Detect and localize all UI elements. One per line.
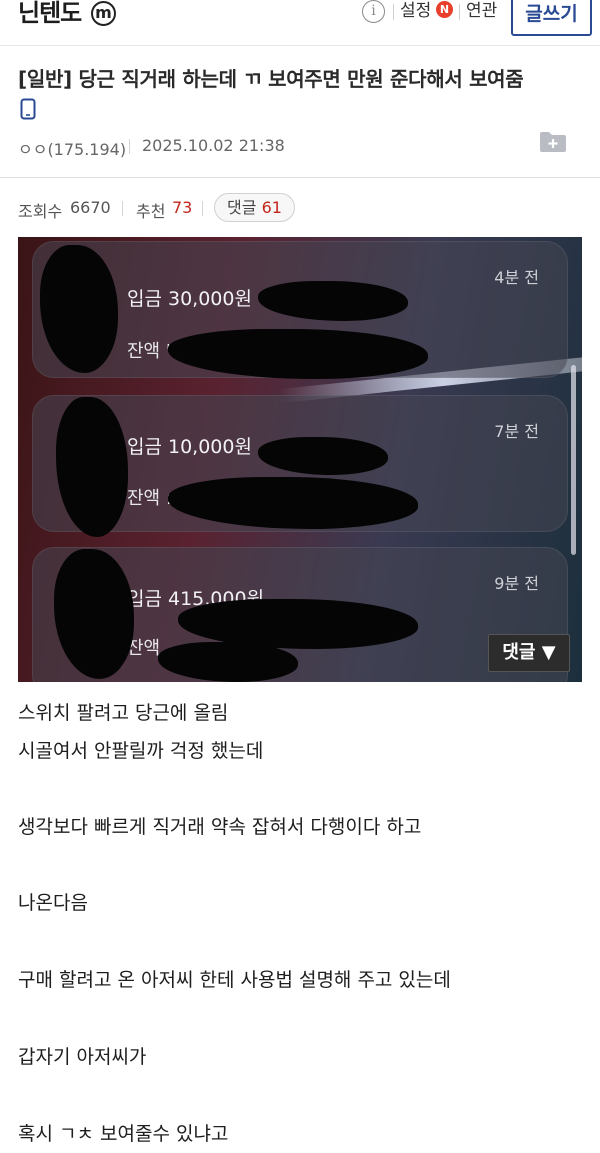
notification-balance: 잔액 ' [127, 341, 171, 362]
divider [393, 4, 394, 20]
recommend-count: 73 [172, 198, 193, 217]
info-circle-icon[interactable]: i [362, 0, 385, 23]
views-label: 조회수 [18, 202, 63, 221]
body-text-line: 생각보다 빠르게 직거래 약속 잡혀서 다행이다 하고 [18, 816, 422, 838]
notification-time: 4분 전 [494, 268, 539, 287]
post-image[interactable]: 4분 전 입금 30,000원 잔액 ' 7분 전 입금 10,000원 잔액 … [18, 237, 582, 682]
post-date: 2025.10.02 21:38 [142, 136, 285, 155]
top-bar: 닌텐도 m i 설정 N 연관 글쓰기 [0, 0, 600, 46]
image-comment-button[interactable]: 댓글 ▼ [488, 634, 570, 672]
image-scrollbar [571, 365, 576, 555]
recommend-label: 추천 [136, 202, 166, 221]
divider [202, 201, 203, 216]
comment-label: 댓글 [227, 198, 257, 217]
divider [122, 201, 123, 216]
notification-time: 9분 전 [494, 574, 539, 593]
views-count: 6670 [70, 198, 111, 217]
header-divider [0, 177, 600, 178]
body-text-line: 혹시 ㄱㅊ 보여줄수 있냐고 [18, 1123, 229, 1145]
write-post-button[interactable]: 글쓰기 [511, 0, 592, 36]
notification-deposit: 입금 10,000원 [127, 436, 252, 458]
comment-count-button[interactable]: 댓글 61 [214, 193, 295, 222]
new-badge: N [436, 1, 453, 18]
related-galleries-button[interactable]: 연관 [466, 0, 497, 22]
body-text-line: 나온다음 [18, 892, 88, 914]
body-text-line: 스위치 팔려고 당근에 올림 [18, 702, 229, 724]
notification-deposit: 입금 30,000원 [127, 288, 252, 310]
mobile-phone-icon [20, 98, 36, 120]
body-text-line: 구매 할려고 온 아저씨 한테 사용법 설명해 주고 있는데 [18, 969, 451, 991]
minor-gallery-badge-icon: m [91, 1, 116, 26]
body-text-line: 갑자기 아저씨가 [18, 1046, 147, 1068]
divider [459, 4, 460, 20]
divider [129, 139, 130, 154]
add-folder-icon[interactable] [539, 131, 567, 153]
notification-time: 7분 전 [494, 422, 539, 441]
comment-count: 61 [261, 198, 282, 217]
body-text-line: 시골여서 안팔릴까 걱정 했는데 [18, 740, 264, 762]
gallery-name[interactable]: 닌텐도 [18, 0, 82, 26]
post-title: [일반] 당근 직거래 하는데 ㄲ 보여주면 만원 준다해서 보여줌 [18, 67, 524, 91]
post-author[interactable]: ㅇㅇ(175.194) [18, 136, 126, 160]
notification-balance: 잔액 : [127, 488, 172, 509]
settings-button[interactable]: 설정 [400, 0, 431, 22]
